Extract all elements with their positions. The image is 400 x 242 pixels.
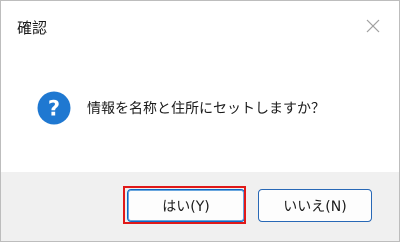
close-icon [366,19,380,33]
title-bar: 確認 [1,1,399,51]
button-bar: はい(Y) いいえ(N) [1,172,399,241]
confirm-dialog: 確認 ? 情報を名称と住所にセットしますか？ はい(Y) いいえ(N) [0,0,400,242]
yes-button-label: はい(Y) [162,198,210,215]
svg-text:?: ? [48,97,60,121]
dialog-message: 情報を名称と住所にセットしますか？ [87,101,325,117]
no-button-label: いいえ(N) [283,198,347,215]
no-button[interactable]: いいえ(N) [258,189,372,222]
question-icon: ? [37,91,71,125]
dialog-title: 確認 [17,19,48,37]
dialog-content: ? 情報を名称と住所にセットしますか？ [1,51,399,172]
yes-button[interactable]: はい(Y) [127,189,245,222]
close-button[interactable] [357,11,389,41]
